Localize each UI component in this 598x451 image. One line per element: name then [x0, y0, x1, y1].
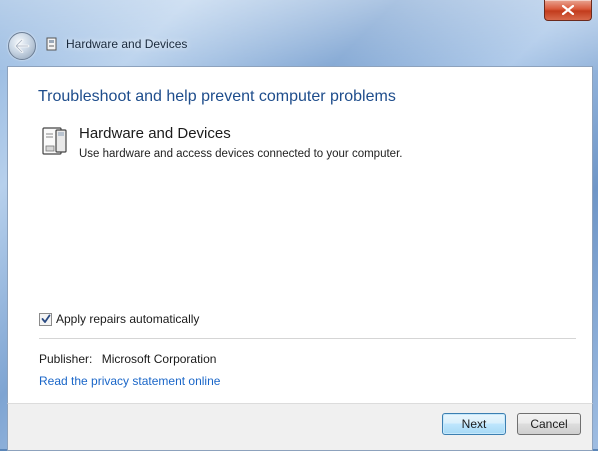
- publisher-value: Microsoft Corporation: [101, 352, 217, 366]
- cancel-button[interactable]: Cancel: [517, 413, 581, 435]
- content-pane: Troubleshoot and help prevent computer p…: [7, 66, 593, 404]
- divider: [39, 338, 576, 339]
- apply-repairs-row[interactable]: Apply repairs automatically: [39, 312, 199, 326]
- page-heading: Troubleshoot and help prevent computer p…: [38, 88, 396, 105]
- privacy-statement-link[interactable]: Read the privacy statement online: [39, 374, 220, 388]
- hardware-title-icon: [46, 37, 57, 51]
- back-arrow-icon: [14, 39, 30, 53]
- apply-repairs-checkbox[interactable]: [39, 312, 52, 326]
- checkmark-icon: [41, 314, 50, 323]
- item-description: Use hardware and access devices connecte…: [79, 148, 403, 160]
- apply-repairs-label[interactable]: Apply repairs automatically: [56, 312, 199, 326]
- window-title: Hardware and Devices: [66, 37, 188, 51]
- footer: Next Cancel: [7, 403, 593, 451]
- item-title[interactable]: Hardware and Devices: [79, 125, 231, 142]
- publisher-info: Publisher: Microsoft Corporation: [39, 352, 216, 366]
- publisher-label: Publisher:: [39, 352, 93, 366]
- close-icon: [562, 5, 574, 15]
- close-button[interactable]: [544, 0, 592, 21]
- next-button[interactable]: Next: [442, 413, 506, 435]
- back-button[interactable]: [8, 32, 36, 60]
- hardware-device-icon[interactable]: [40, 126, 70, 156]
